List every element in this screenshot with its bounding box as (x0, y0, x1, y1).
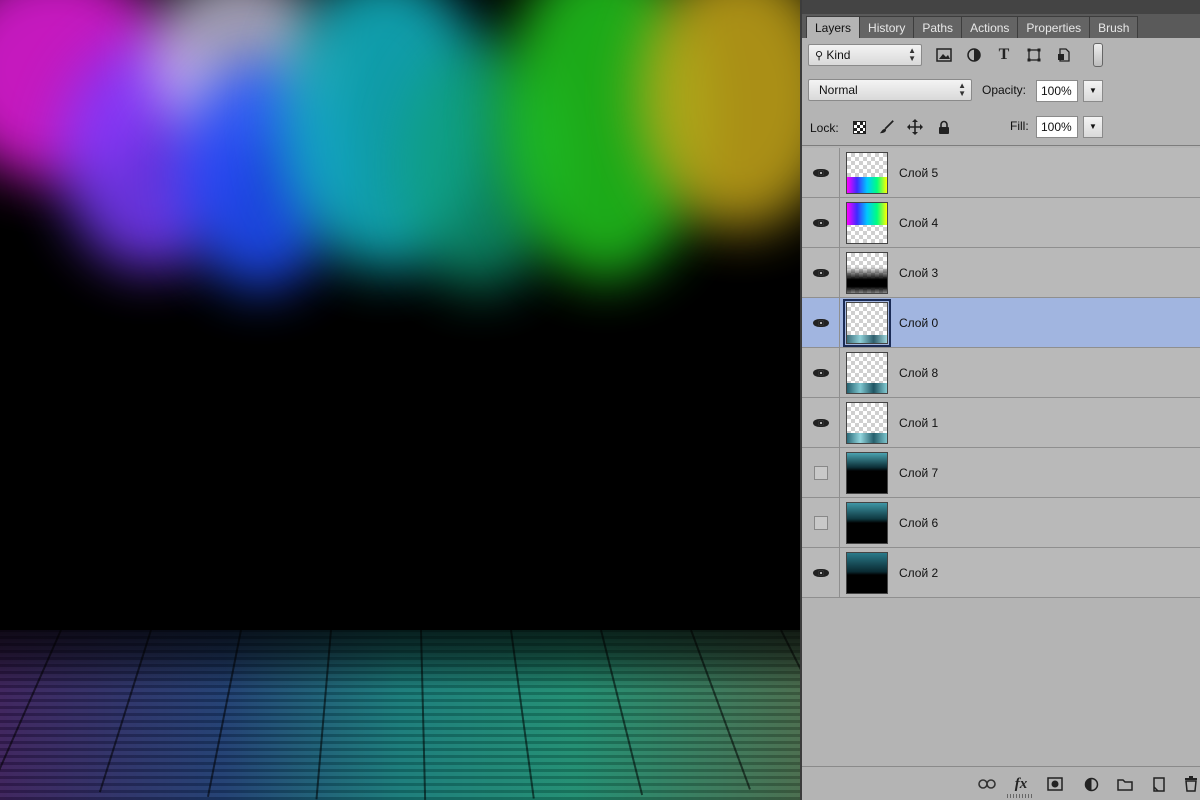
visibility-toggle[interactable] (802, 398, 840, 447)
filter-kind-label: Kind (826, 48, 851, 62)
visibility-toggle[interactable] (802, 448, 840, 497)
tab-history[interactable]: History (859, 16, 915, 38)
eye-icon (812, 268, 829, 278)
layer-row[interactable]: Слой 7 (802, 448, 1200, 498)
fx-icon[interactable]: fx (1012, 775, 1030, 793)
panel-resize-grip[interactable] (1007, 794, 1033, 798)
layer-filter-row: ⚲ Kind ▲ ▼ T (802, 38, 1200, 72)
layers-panel: Layers History Paths Actions Properties … (800, 0, 1200, 800)
layer-name: Слой 4 (899, 216, 939, 230)
search-icon: ⚲ (815, 50, 824, 62)
eye-icon (812, 318, 829, 328)
tab-layers[interactable]: Layers (806, 16, 861, 38)
filter-toggle[interactable] (1093, 43, 1103, 67)
tab-paths[interactable]: Paths (913, 16, 963, 38)
filter-kind-select[interactable]: ⚲ Kind ▲ ▼ (808, 44, 922, 66)
delete-layer-icon[interactable] (1182, 775, 1200, 793)
layer-thumbnail (846, 452, 888, 494)
layer-name: Слой 8 (899, 366, 939, 380)
lock-all-icon[interactable] (936, 119, 952, 135)
layer-name: Слой 6 (899, 516, 939, 530)
blend-mode-value: Normal (819, 83, 858, 97)
layer-thumbnail (846, 502, 888, 544)
layer-name: Слой 2 (899, 566, 939, 580)
shape-layer-filter-icon[interactable] (1025, 46, 1043, 64)
layer-row[interactable]: Слой 1 (802, 398, 1200, 448)
layer-row[interactable]: Слой 6 (802, 498, 1200, 548)
panel-header-strip (802, 0, 1200, 14)
document-canvas[interactable] (0, 0, 800, 800)
fx-label: fx (1014, 775, 1028, 792)
lock-image-pixels-icon[interactable] (879, 119, 895, 135)
lock-transparent-pixels-icon[interactable] (851, 119, 867, 135)
visibility-toggle[interactable] (802, 348, 840, 397)
layer-name: Слой 5 (899, 166, 939, 180)
layer-thumbnail (846, 202, 888, 244)
type-layer-filter-icon[interactable]: T (995, 46, 1013, 64)
tab-brush[interactable]: Brush (1089, 16, 1139, 38)
lock-row: Lock: Fill: 100% ▼ (802, 108, 1200, 146)
adjustment-layer-icon[interactable] (1082, 775, 1100, 793)
layer-thumbnail (846, 352, 888, 394)
tab-properties[interactable]: Properties (1017, 16, 1091, 38)
floor-fade (0, 600, 800, 690)
visibility-toggle[interactable] (802, 148, 840, 197)
opacity-input[interactable]: 100% (1036, 80, 1078, 102)
layer-row[interactable]: Слой 4 (802, 198, 1200, 248)
layer-row[interactable]: Слой 5 (802, 148, 1200, 198)
hidden-visibility-box (813, 465, 828, 480)
fill-dropdown-button[interactable]: ▼ (1083, 116, 1103, 138)
layer-name: Слой 0 (899, 316, 939, 330)
layer-thumbnail (846, 402, 888, 444)
opacity-dropdown-button[interactable]: ▼ (1083, 80, 1103, 102)
visibility-toggle[interactable] (802, 498, 840, 547)
layer-name: Слой 3 (899, 266, 939, 280)
hidden-visibility-box (813, 515, 828, 530)
visibility-toggle[interactable] (802, 298, 840, 347)
layer-row[interactable]: Слой 2 (802, 548, 1200, 598)
opacity-label: Opacity: (982, 83, 1027, 97)
layer-thumbnail (846, 152, 888, 194)
blend-mode-select[interactable]: Normal ▲ ▼ (808, 79, 972, 101)
fill-label: Fill: (1010, 119, 1029, 133)
layer-row[interactable]: Слой 8 (802, 348, 1200, 398)
new-group-icon[interactable] (1116, 775, 1134, 793)
layer-thumbnail (846, 552, 888, 594)
pixel-layer-filter-icon[interactable] (935, 46, 953, 64)
layer-row[interactable]: Слой 3 (802, 248, 1200, 298)
fill-input[interactable]: 100% (1036, 116, 1078, 138)
eye-icon (812, 218, 829, 228)
smart-object-filter-icon[interactable] (1055, 46, 1073, 64)
eye-icon (812, 418, 829, 428)
visibility-toggle[interactable] (802, 248, 840, 297)
select-arrows-icon: ▲ ▼ (908, 46, 916, 63)
visibility-toggle[interactable] (802, 198, 840, 247)
eye-icon (812, 568, 829, 578)
tab-actions[interactable]: Actions (961, 16, 1019, 38)
layer-name: Слой 7 (899, 466, 939, 480)
panel-tab-bar: Layers History Paths Actions Properties … (802, 0, 1200, 38)
layer-name: Слой 1 (899, 416, 939, 430)
layers-bottom-toolbar: fx (802, 766, 1200, 800)
adjustment-layer-filter-icon[interactable] (965, 46, 983, 64)
layer-thumbnail (846, 252, 888, 294)
visibility-toggle[interactable] (802, 548, 840, 597)
select-arrows-icon: ▲ ▼ (958, 81, 966, 98)
lock-label: Lock: (810, 121, 839, 135)
add-mask-icon[interactable] (1046, 775, 1064, 793)
link-layers-icon[interactable] (978, 775, 996, 793)
blend-row: Normal ▲ ▼ Opacity: 100% ▼ (802, 72, 1200, 108)
layer-row-selected[interactable]: Слой 0 (802, 298, 1200, 348)
eye-icon (812, 168, 829, 178)
layer-thumbnail (843, 299, 891, 347)
new-layer-icon[interactable] (1150, 775, 1168, 793)
layer-list: Слой 5 Слой 4 Слой 3 Слой 0 Слой 8 Слой … (802, 148, 1200, 598)
lock-position-icon[interactable] (907, 119, 923, 135)
eye-icon (812, 368, 829, 378)
